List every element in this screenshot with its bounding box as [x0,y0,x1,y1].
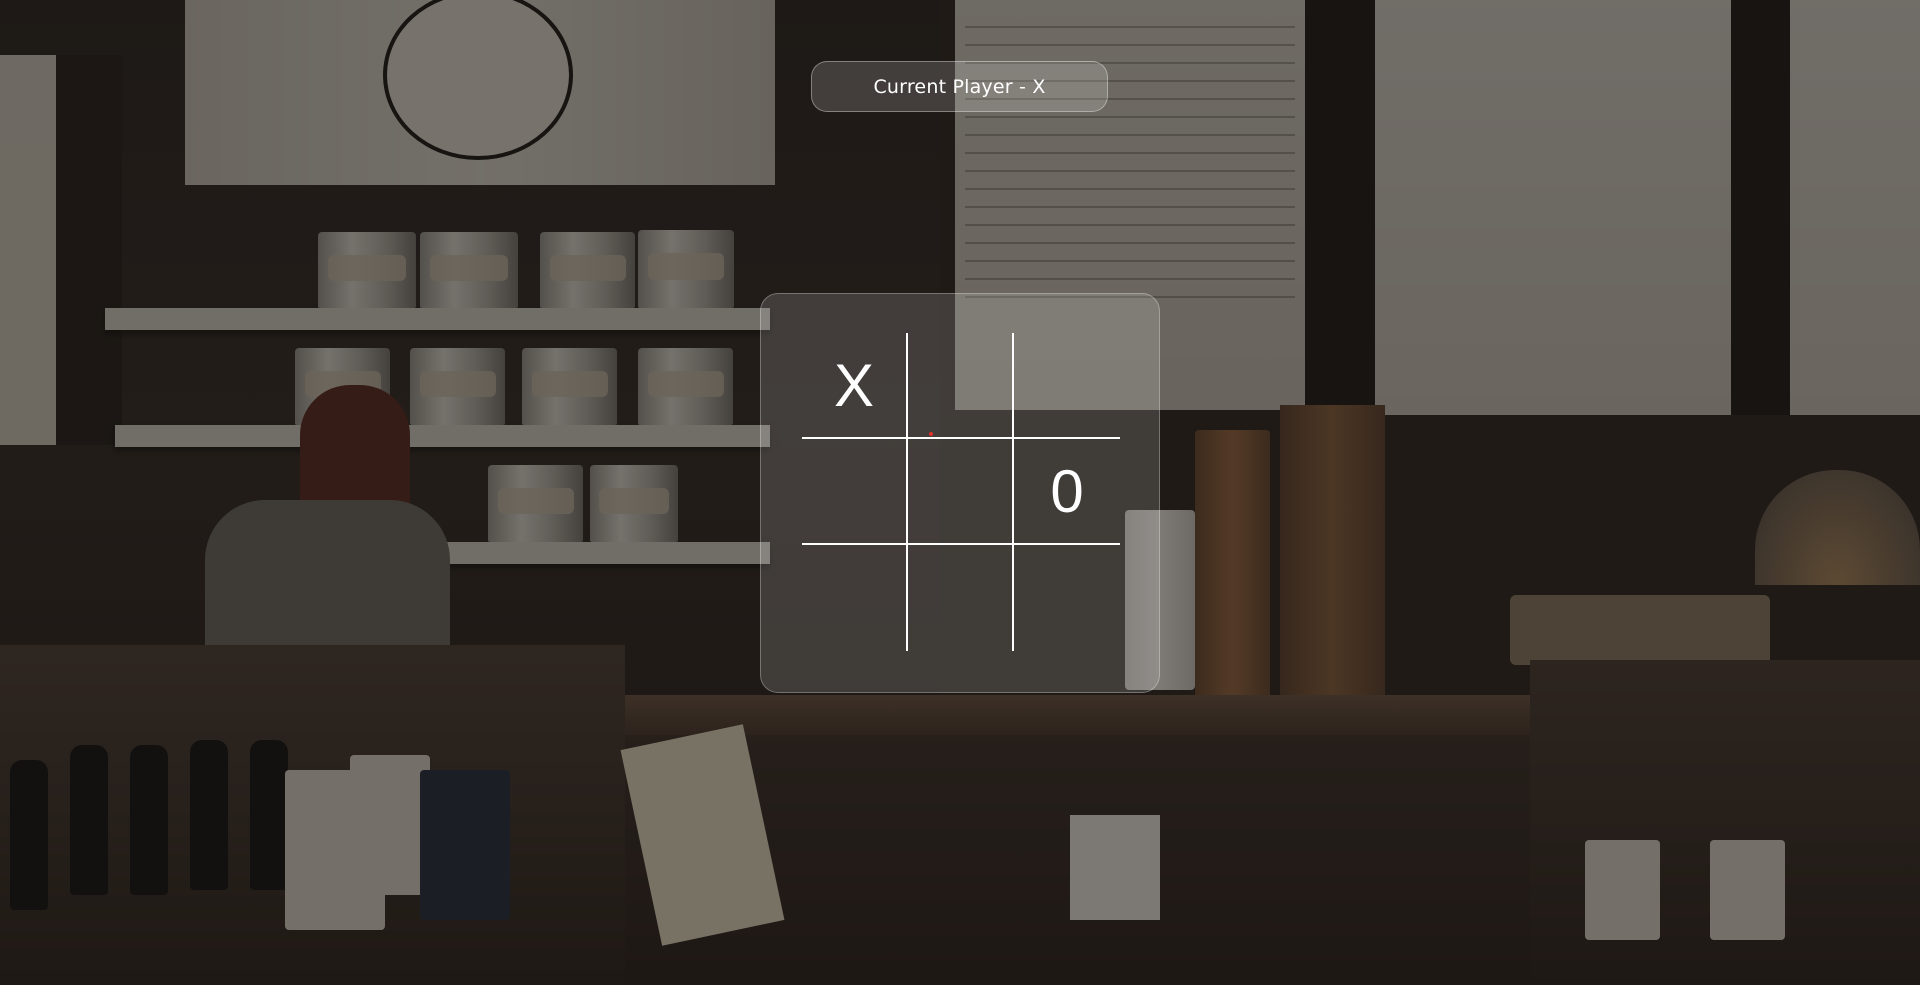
tic-tac-toe-grid: X 0 [802,333,1120,651]
mouse-cursor-dot [929,432,933,436]
game-screen: Current Player - X X 0 [0,0,1920,985]
board-cell-1[interactable]: X [802,333,908,439]
board-cell-7[interactable] [802,545,908,651]
board-cell-2[interactable] [908,333,1014,439]
game-board-panel: X 0 [760,293,1160,693]
board-cell-8[interactable] [908,545,1014,651]
board-cell-5[interactable] [908,439,1014,545]
current-player-status: Current Player - X [811,61,1108,112]
board-cell-6[interactable]: 0 [1014,439,1120,545]
current-player-label: Current Player - X [873,75,1046,98]
board-cell-9[interactable] [1014,545,1120,651]
board-cell-3[interactable] [1014,333,1120,439]
board-cell-4[interactable] [802,439,908,545]
